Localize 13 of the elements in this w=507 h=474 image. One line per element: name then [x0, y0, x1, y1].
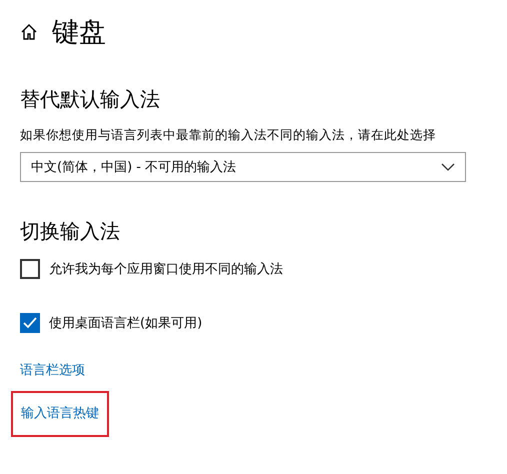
- home-icon[interactable]: [20, 23, 38, 41]
- checkbox-label: 允许我为每个应用窗口使用不同的输入法: [49, 261, 283, 278]
- checkbox[interactable]: [20, 259, 40, 279]
- settings-link[interactable]: 输入语言热键: [11, 391, 109, 437]
- checkbox[interactable]: [20, 313, 40, 333]
- settings-link[interactable]: 语言栏选项: [20, 361, 85, 379]
- checkbox-label: 使用桌面语言栏(如果可用): [49, 315, 202, 332]
- input-method-dropdown[interactable]: 中文(简体，中国) - 不可用的输入法: [20, 152, 466, 182]
- section-heading: 替代默认输入法: [20, 86, 161, 113]
- section-heading: 切换输入法: [20, 218, 121, 245]
- page-title: 键盘: [52, 16, 106, 50]
- description-text: 如果你想使用与语言列表中最靠前的输入法不同的输入法，请在此处选择: [20, 127, 437, 144]
- chevron-down-icon: [441, 163, 455, 171]
